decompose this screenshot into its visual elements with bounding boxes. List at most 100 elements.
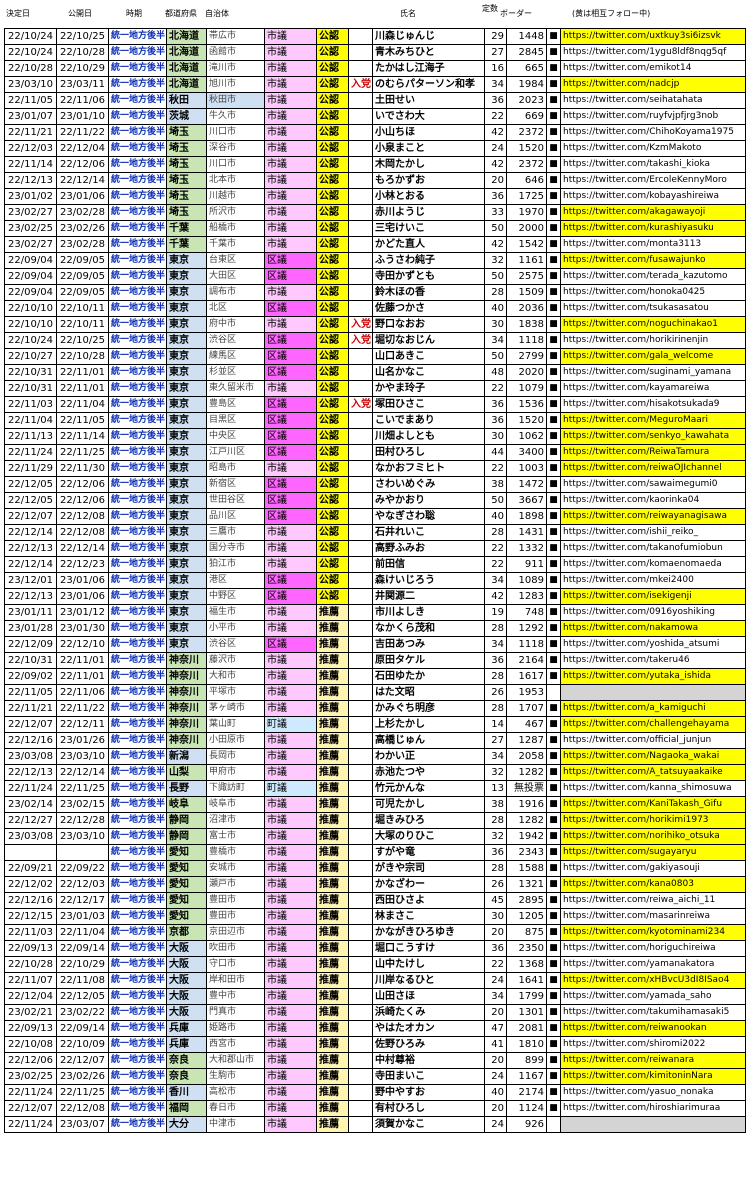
twitter-link-cell[interactable]: https://twitter.com/monta3113 — [560, 236, 746, 253]
twitter-link-cell[interactable]: https://twitter.com/takeru46 — [560, 652, 746, 669]
twitter-link-cell[interactable]: https://twitter.com/sawaimegumi0 — [560, 476, 746, 493]
category-cell: 推薦 — [316, 668, 349, 685]
twitter-link-cell[interactable]: https://twitter.com/1ygu8ldf8nqg5qf — [560, 44, 746, 61]
twitter-link-cell[interactable]: https://twitter.com/kana0803 — [560, 876, 746, 893]
twitter-link-cell[interactable]: https://twitter.com/ErcoleKennyMoro — [560, 172, 746, 189]
publish-date-cell: 22/12/03 — [56, 876, 109, 893]
assembly-type-cell: 市議 — [264, 668, 317, 685]
twitter-link-cell[interactable]: https://twitter.com/0916yoshiking — [560, 604, 746, 621]
join-mark-cell — [348, 668, 373, 685]
twitter-link-cell[interactable]: https://twitter.com/komaenomaeda — [560, 556, 746, 573]
twitter-link-cell[interactable]: https://twitter.com/MeguroMaari — [560, 412, 746, 429]
twitter-link-cell[interactable] — [560, 1116, 746, 1133]
twitter-link-cell[interactable]: https://twitter.com/sugayaryu — [560, 844, 746, 861]
twitter-link-cell[interactable]: https://twitter.com/kaorinka04 — [560, 492, 746, 509]
status-box-cell: ■ — [546, 252, 561, 269]
publish-date-cell: 22/10/11 — [56, 300, 109, 317]
twitter-link-cell[interactable]: https://twitter.com/akagawayoji — [560, 204, 746, 221]
twitter-link-cell[interactable]: https://twitter.com/hiroshiarimuraa — [560, 1100, 746, 1117]
municipality-cell: 三鷹市 — [206, 524, 265, 541]
twitter-link-cell[interactable]: https://twitter.com/yutaka_ishida — [560, 668, 746, 685]
municipality-cell: 狛江市 — [206, 556, 265, 573]
publish-date-cell: 22/12/08 — [56, 524, 109, 541]
twitter-link-cell[interactable]: https://twitter.com/kurashiyasuku — [560, 220, 746, 237]
twitter-link-cell[interactable]: https://twitter.com/mkei2400 — [560, 572, 746, 589]
seats-cell: 42 — [484, 236, 507, 253]
decision-date-cell: 23/01/02 — [4, 188, 57, 205]
twitter-link-cell[interactable]: https://twitter.com/yamanakatora — [560, 956, 746, 973]
twitter-link-cell[interactable]: https://twitter.com/horikimi1973 — [560, 812, 746, 829]
twitter-link-cell[interactable]: https://twitter.com/nakamowa — [560, 620, 746, 637]
twitter-link-cell[interactable]: https://twitter.com/KzmMakoto — [560, 140, 746, 157]
table-row: 23/03/08 23/03/10 統一地方後半 新潟 長岡市 市議 推薦 わかい正 34 205… — [4, 748, 746, 765]
twitter-link-cell[interactable]: https://twitter.com/kyotominami234 — [560, 924, 746, 941]
twitter-link-cell[interactable]: https://twitter.com/shiromi2022 — [560, 1036, 746, 1053]
twitter-link-cell[interactable]: https://twitter.com/official_junjun — [560, 732, 746, 749]
category-cell: 推薦 — [316, 1052, 349, 1069]
twitter-link-cell[interactable]: https://twitter.com/reiwanara — [560, 1052, 746, 1069]
period-cell: 統一地方後半 — [108, 700, 167, 717]
twitter-link-cell[interactable]: https://twitter.com/xHBvcU3dI8ISao4 — [560, 972, 746, 989]
twitter-link-cell[interactable]: https://twitter.com/fusawajunko — [560, 252, 746, 269]
twitter-link-cell[interactable]: https://twitter.com/masarinreiwa — [560, 908, 746, 925]
twitter-link-cell[interactable]: https://twitter.com/nadcjp — [560, 76, 746, 93]
twitter-link-cell[interactable]: https://twitter.com/terada_kazutomo — [560, 268, 746, 285]
border-votes-cell: 2000 — [506, 220, 547, 237]
twitter-link-cell[interactable]: https://twitter.com/hisakotsukada9 — [560, 396, 746, 413]
twitter-link-cell[interactable]: https://twitter.com/noguchinakao1 — [560, 316, 746, 333]
twitter-link-cell[interactable]: https://twitter.com/ChihoKoyama1975 — [560, 124, 746, 141]
twitter-link-cell[interactable]: https://twitter.com/a_kamiguchi — [560, 700, 746, 717]
decision-date-cell: 22/12/02 — [4, 876, 57, 893]
twitter-link-cell[interactable]: https://twitter.com/emikot14 — [560, 60, 746, 77]
twitter-link-cell[interactable]: https://twitter.com/reiwanookan — [560, 1020, 746, 1037]
join-mark-cell — [348, 764, 373, 781]
border-votes-cell: 1283 — [506, 588, 547, 605]
twitter-link-cell[interactable]: https://twitter.com/isekigenji — [560, 588, 746, 605]
twitter-link-cell[interactable]: https://twitter.com/takashi_kioka — [560, 156, 746, 173]
seats-cell: 30 — [484, 316, 507, 333]
publish-date-cell: 22/12/06 — [56, 492, 109, 509]
decision-date-cell: 22/12/04 — [4, 988, 57, 1005]
twitter-link-cell[interactable]: https://twitter.com/uxtkuy3si6izsvk — [560, 28, 746, 45]
twitter-link-cell[interactable]: https://twitter.com/kanna_shimosuwa — [560, 780, 746, 797]
twitter-link-cell[interactable]: https://twitter.com/suginami_yamana — [560, 364, 746, 381]
twitter-link-cell[interactable]: https://twitter.com/A_tatsuyaakaike — [560, 764, 746, 781]
twitter-link-cell[interactable]: https://twitter.com/gala_welcome — [560, 348, 746, 365]
twitter-link-cell[interactable]: https://twitter.com/senkyo_kawahata — [560, 428, 746, 445]
prefecture-cell: 埼玉 — [166, 156, 207, 173]
twitter-link-cell[interactable]: https://twitter.com/yamada_saho — [560, 988, 746, 1005]
table-row: 23/01/07 23/01/10 統一地方後半 茨城 牛久市 市議 公認 いでさわ大 22 66… — [4, 108, 746, 125]
status-box-cell: ■ — [546, 1084, 561, 1101]
twitter-link-cell[interactable]: https://twitter.com/ReiwaTamura — [560, 444, 746, 461]
twitter-link-cell[interactable]: https://twitter.com/honoka0425 — [560, 284, 746, 301]
twitter-link-cell[interactable]: https://twitter.com/takumihamasaki5 — [560, 1004, 746, 1021]
twitter-link-cell[interactable]: https://twitter.com/takanofumiobun — [560, 540, 746, 557]
twitter-link-cell[interactable]: https://twitter.com/seihatahata — [560, 92, 746, 109]
twitter-link-cell[interactable]: https://twitter.com/norihiko_otsuka — [560, 828, 746, 845]
twitter-link-cell[interactable]: https://twitter.com/horikirinenjin — [560, 332, 746, 349]
twitter-link-cell[interactable]: https://twitter.com/challengehayama — [560, 716, 746, 733]
border-votes-cell: 1431 — [506, 524, 547, 541]
twitter-link-cell[interactable]: https://twitter.com/ishii_reiko_ — [560, 524, 746, 541]
twitter-link-cell[interactable]: https://twitter.com/KaniTakash_Gifu — [560, 796, 746, 813]
candidate-name-cell: 木岡たかし — [372, 156, 485, 173]
twitter-link-cell[interactable]: https://twitter.com/tsukasasatou — [560, 300, 746, 317]
twitter-link-cell[interactable]: https://twitter.com/kayamareiwa — [560, 380, 746, 397]
twitter-link-cell[interactable] — [560, 684, 746, 701]
twitter-link-cell[interactable]: https://twitter.com/ruyfvjpfjrg3nob — [560, 108, 746, 125]
prefecture-cell: 大阪 — [166, 1004, 207, 1021]
twitter-link-cell[interactable]: https://twitter.com/reiwa_aichi_11 — [560, 892, 746, 909]
join-mark-cell — [348, 364, 373, 381]
twitter-link-cell[interactable]: https://twitter.com/reiwaOJIchannel — [560, 460, 746, 477]
twitter-link-cell[interactable]: https://twitter.com/gakiyasouji — [560, 860, 746, 877]
twitter-link-cell[interactable]: https://twitter.com/kimitoninNara — [560, 1068, 746, 1085]
publish-date-cell: 22/11/22 — [56, 700, 109, 717]
twitter-link-cell[interactable]: https://twitter.com/horiguchireiwa — [560, 940, 746, 957]
twitter-link-cell[interactable]: https://twitter.com/yasuo_nonaka — [560, 1084, 746, 1101]
category-cell: 推薦 — [316, 908, 349, 925]
status-box-cell: ■ — [546, 1004, 561, 1021]
twitter-link-cell[interactable]: https://twitter.com/Nagaoka_wakai — [560, 748, 746, 765]
twitter-link-cell[interactable]: https://twitter.com/reiwayanagisawa — [560, 508, 746, 525]
twitter-link-cell[interactable]: https://twitter.com/kobayashireiwa — [560, 188, 746, 205]
twitter-link-cell[interactable]: https://twitter.com/yoshida_atsumi — [560, 636, 746, 653]
